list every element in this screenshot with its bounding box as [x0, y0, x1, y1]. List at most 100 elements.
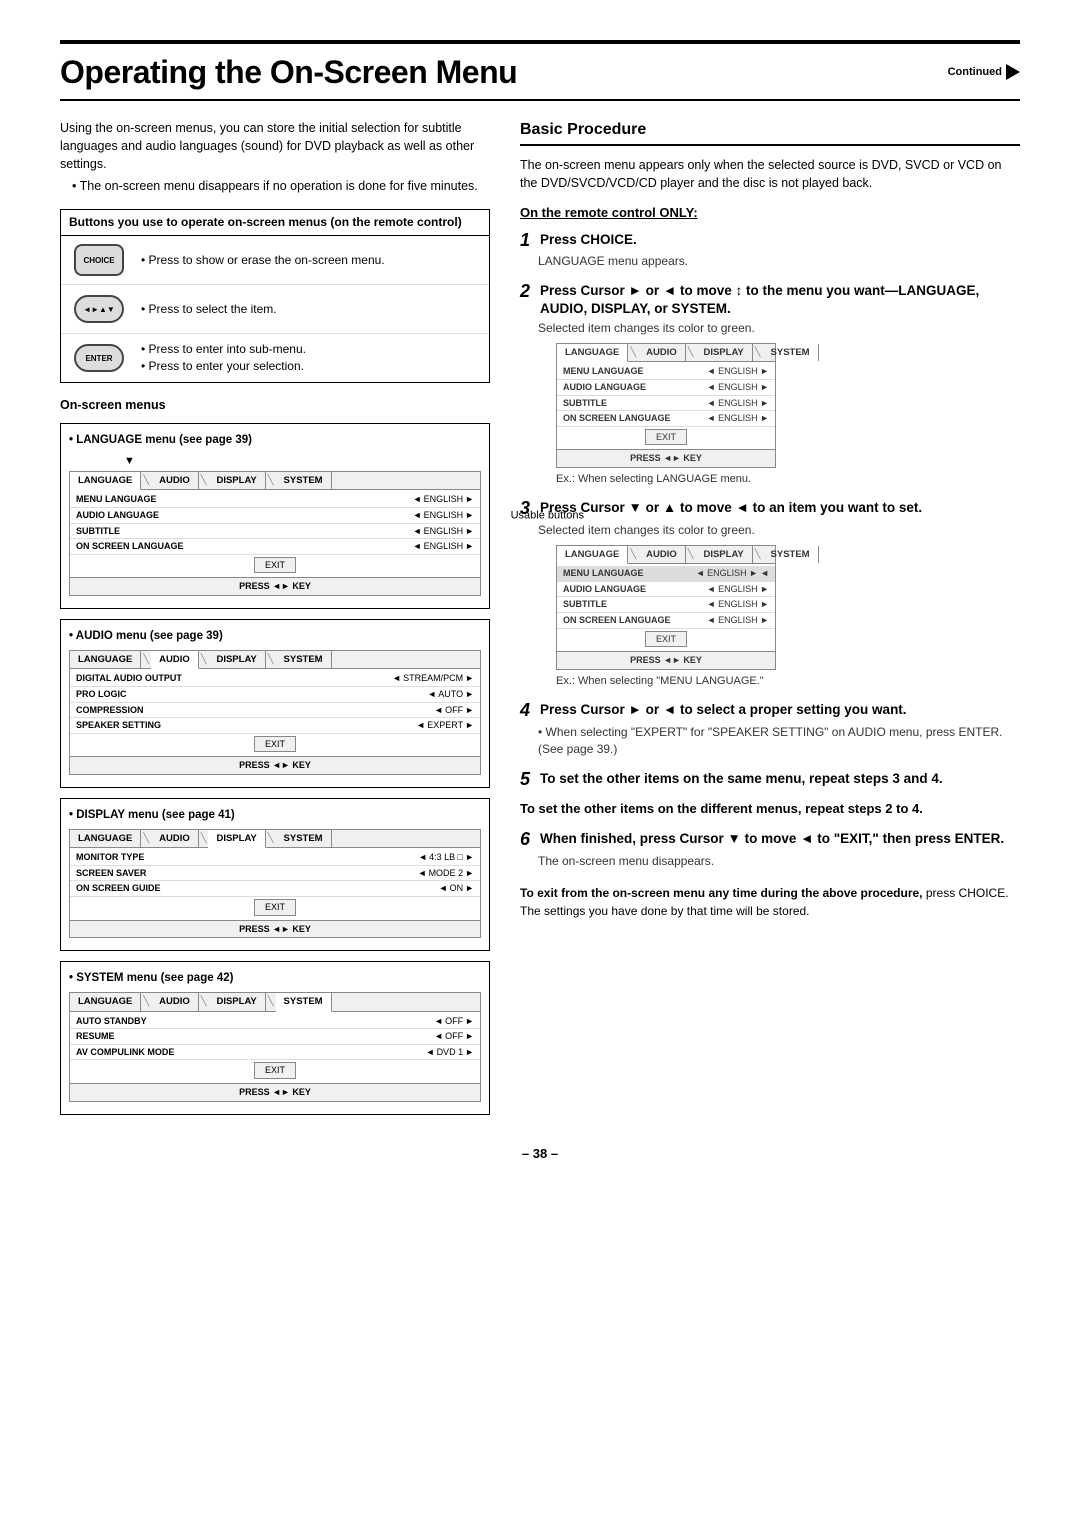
tab-audio-display: AUDIO	[151, 830, 199, 847]
audio-exit-row: EXIT	[70, 734, 480, 755]
step-6: 6 When finished, press Cursor ▼ to move …	[520, 830, 1020, 870]
menu-row-resume: RESUME ◄ OFF ►	[70, 1029, 480, 1045]
diag1-tab-display: DISPLAY	[695, 344, 752, 361]
step-3: 3 Press Cursor ▼ or ▲ to move ◄ to an it…	[520, 499, 1020, 689]
step-2-body: Selected item changes its color to green…	[520, 320, 1020, 487]
screen-diagram-1: LANGUAGE ╲ AUDIO ╲ DISPLAY ╲ SYSTEM MENU…	[556, 343, 776, 468]
display-menu-section: • DISPLAY menu (see page 41) LANGUAGE ╲ …	[60, 798, 490, 951]
audio-menu-tabs: LANGUAGE ╲ AUDIO ╲ DISPLAY ╲ SYSTEM	[70, 651, 480, 669]
audio-exit-btn: EXIT	[254, 736, 296, 753]
step-5-title: To set the other items on the same menu,…	[540, 770, 943, 788]
screen-diagram-2: LANGUAGE ╲ AUDIO ╲ DISPLAY ╲ SYSTEM MENU…	[556, 545, 776, 670]
diag2-row-onscreen: ON SCREEN LANGUAGE ◄ ENGLISH ►	[557, 613, 775, 629]
usable-buttons-label: Usable buttons	[511, 508, 584, 523]
step-5-header: 5 To set the other items on the same men…	[520, 770, 1020, 790]
step-4-number: 4	[520, 701, 536, 721]
right-column: Basic Procedure The on-screen menu appea…	[520, 119, 1020, 1125]
intro-text: Using the on-screen menus, you can store…	[60, 119, 490, 196]
step-1-number: 1	[520, 231, 536, 251]
step-3-body: Selected item changes its color to green…	[520, 522, 1020, 689]
diag2-ex-label: Ex.: When selecting "MENU LANGUAGE."	[556, 674, 1020, 689]
menu-row-subtitle: SUBTITLE ◄ ENGLISH ►	[70, 524, 480, 540]
language-menu-footer: PRESS ◄► KEY	[70, 577, 480, 595]
diag1-tab-language: LANGUAGE	[557, 344, 628, 362]
basic-procedure-title: Basic Procedure	[520, 119, 1020, 146]
step-2-title: Press Cursor ► or ◄ to move ↕ to the men…	[540, 282, 1020, 317]
system-menu-tabs: LANGUAGE ╲ AUDIO ╲ DISPLAY ╲ SYSTEM	[70, 993, 480, 1011]
display-menu-tabs: LANGUAGE ╲ AUDIO ╲ DISPLAY ╲ SYSTEM	[70, 830, 480, 848]
language-exit-btn: EXIT	[254, 557, 296, 574]
diag2-tab-language: LANGUAGE	[557, 546, 628, 564]
menu-row-onscreen-language: ON SCREEN LANGUAGE ◄ ENGLISH ►	[70, 539, 480, 555]
continued-arrow-icon	[1006, 64, 1020, 80]
step-6-body: The on-screen menu disappears.	[520, 853, 1020, 870]
step-4: 4 Press Cursor ► or ◄ to select a proper…	[520, 701, 1020, 757]
note-bold: To exit from the on-screen menu any time…	[520, 886, 923, 900]
system-menu-label: • SYSTEM menu (see page 42)	[69, 970, 481, 986]
button-row-cursor: ◄►▲▼ Press to select the item.	[61, 285, 489, 334]
button-row-choice: CHOICE Press to show or erase the on-scr…	[61, 236, 489, 285]
language-exit-row: EXIT	[70, 555, 480, 576]
display-exit-btn: EXIT	[254, 899, 296, 916]
tab-audio-system: AUDIO	[151, 993, 199, 1010]
tab-display-lang: DISPLAY	[208, 472, 265, 489]
system-menu-rows: AUTO STANDBY ◄ OFF ► RESUME ◄ OFF ► AV C…	[70, 1012, 480, 1083]
step-6-header: 6 When finished, press Cursor ▼ to move …	[520, 830, 1020, 850]
remote-only-label: On the remote control ONLY:	[520, 204, 1020, 222]
diag1-rows: MENU LANGUAGE ◄ ENGLISH ► AUDIO LANGUAGE…	[557, 362, 775, 449]
menu-row-onscreen-guide: ON SCREEN GUIDE ◄ ON ►	[70, 881, 480, 897]
audio-menu-section: • AUDIO menu (see page 39) LANGUAGE ╲ AU…	[60, 619, 490, 788]
diag2-row-menu-lang: MENU LANGUAGE ◄ ENGLISH ► ◄	[557, 566, 775, 582]
diag1-row-onscreen: ON SCREEN LANGUAGE ◄ ENGLISH ►	[557, 411, 775, 427]
down-arrow-language: ▼	[69, 454, 481, 469]
step-2: 2 Press Cursor ► or ◄ to move ↕ to the m…	[520, 282, 1020, 487]
basic-procedure-intro: The on-screen menu appears only when the…	[520, 156, 1020, 192]
menu-row-audio-language: AUDIO LANGUAGE ◄ ENGLISH ►	[70, 508, 480, 524]
onscreen-menus-title: On-screen menus	[60, 397, 490, 415]
display-menu-box: LANGUAGE ╲ AUDIO ╲ DISPLAY ╲ SYSTEM MONI…	[69, 829, 481, 938]
buttons-section-title: Buttons you use to operate on-screen men…	[61, 210, 489, 236]
cursor-button-img: ◄►▲▼	[69, 291, 129, 327]
tab-language-display: LANGUAGE	[70, 830, 141, 847]
step-diff-header: To set the other items on the different …	[520, 801, 1020, 818]
step-6-title: When finished, press Cursor ▼ to move ◄ …	[540, 830, 1004, 848]
language-menu-label: • LANGUAGE menu (see page 39)	[69, 432, 481, 448]
page-number: – 38 –	[60, 1145, 1020, 1163]
display-menu-footer: PRESS ◄► KEY	[70, 920, 480, 938]
buttons-section: Buttons you use to operate on-screen men…	[60, 209, 490, 383]
step-4-title: Press Cursor ► or ◄ to select a proper s…	[540, 701, 907, 719]
page: Operating the On-Screen Menu Continued U…	[0, 0, 1080, 1529]
audio-menu-rows: DIGITAL AUDIO OUTPUT ◄ STREAM/PCM ► PRO …	[70, 669, 480, 756]
choice-btn-shape: CHOICE	[74, 244, 124, 276]
step-5: 5 To set the other items on the same men…	[520, 770, 1020, 790]
diag2-row-subtitle: SUBTITLE ◄ ENGLISH ►	[557, 597, 775, 613]
menu-row-menu-language: MENU LANGUAGE ◄ ENGLISH ►	[70, 492, 480, 508]
tab-audio-lang: AUDIO	[151, 472, 199, 489]
enter-button-img: ENTER	[69, 340, 129, 376]
language-menu-box: LANGUAGE ╲ AUDIO ╲ DISPLAY ╲ SYSTEM MENU…	[69, 471, 481, 596]
system-exit-btn: EXIT	[254, 1062, 296, 1079]
diag1-row-audio-lang: AUDIO LANGUAGE ◄ ENGLISH ►	[557, 380, 775, 396]
step-1-header: 1 Press CHOICE.	[520, 231, 1020, 251]
diag2-footer: PRESS ◄► KEY	[557, 651, 775, 669]
language-menu-rows: MENU LANGUAGE ◄ ENGLISH ► AUDIO LANGUAGE…	[70, 490, 480, 577]
step-6-number: 6	[520, 830, 536, 850]
step-diff-title: To set the other items on the different …	[520, 801, 923, 818]
onscreen-menus-section: On-screen menus • LANGUAGE menu (see pag…	[60, 397, 490, 1115]
title-section: Operating the On-Screen Menu Continued	[60, 40, 1020, 101]
button-desc-enter: Press to enter into sub-menu. Press to e…	[141, 341, 306, 375]
diag1-row-menu-lang: MENU LANGUAGE ◄ ENGLISH ►	[557, 364, 775, 380]
system-menu-box: LANGUAGE ╲ AUDIO ╲ DISPLAY ╲ SYSTEM AUTO…	[69, 992, 481, 1101]
tab-display-audio: DISPLAY	[208, 651, 265, 668]
audio-menu-footer: PRESS ◄► KEY	[70, 756, 480, 774]
step-3-title: Press Cursor ▼ or ▲ to move ◄ to an item…	[540, 499, 922, 517]
display-menu-label: • DISPLAY menu (see page 41)	[69, 807, 481, 823]
step-1-title: Press CHOICE.	[540, 231, 637, 249]
tab-language-audio: LANGUAGE	[70, 651, 141, 668]
diag2-tabs: LANGUAGE ╲ AUDIO ╲ DISPLAY ╲ SYSTEM	[557, 546, 775, 564]
diag2-tab-system: SYSTEM	[763, 546, 819, 563]
tab-language-system: LANGUAGE	[70, 993, 141, 1010]
menu-row-digital-audio: DIGITAL AUDIO OUTPUT ◄ STREAM/PCM ►	[70, 671, 480, 687]
continued-label: Continued	[948, 64, 1020, 80]
system-menu-footer: PRESS ◄► KEY	[70, 1083, 480, 1101]
